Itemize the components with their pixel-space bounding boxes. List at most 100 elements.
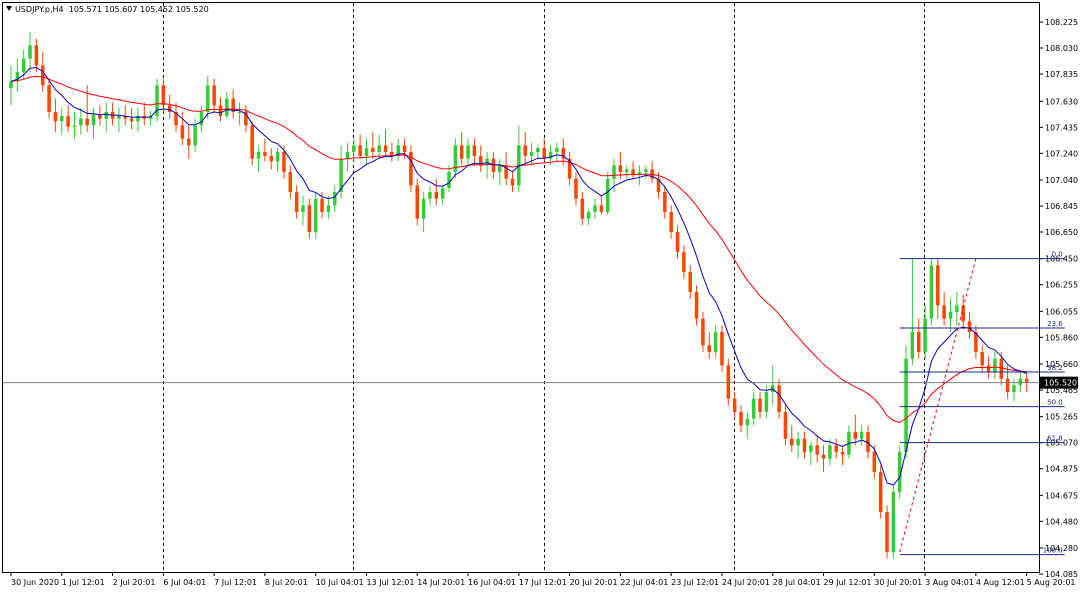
candle-body-59	[383, 145, 388, 152]
candle-body-86	[555, 148, 559, 152]
candle-body-58	[377, 145, 381, 152]
candle-body-136	[872, 452, 877, 472]
candle-body-100	[644, 169, 648, 172]
candle-body-126	[809, 445, 813, 452]
x-tick-label-4: 7 Jul 12:01	[214, 578, 257, 587]
fib-level-label-0: 0.0	[1052, 251, 1063, 259]
candle-body-97	[624, 169, 629, 172]
x-tick-label-14: 24 Jul 20:01	[722, 578, 770, 587]
candle-body-105	[675, 232, 680, 252]
candle-body-42	[275, 152, 280, 162]
candle-body-17	[117, 116, 121, 119]
candle-body-151	[967, 321, 972, 332]
candle-body-157	[1005, 378, 1010, 392]
x-tick-label-19: 4 Aug 12:01	[976, 578, 1025, 587]
candle-body-54	[352, 145, 356, 152]
chart-window[interactable]: 108.225 108.030 107.835 107.630 107.435 107.2…	[0, 0, 1080, 593]
candle-body-122	[783, 412, 788, 439]
candle-body-159	[1018, 378, 1023, 386]
candle-body-68	[440, 188, 445, 199]
candle-body-138	[885, 512, 889, 552]
x-tick-label-3: 6 Jul 04:01	[163, 578, 206, 587]
candle-body-19	[129, 118, 134, 122]
price-chart[interactable]: 108.225 108.030 107.835 107.630 107.435 107.2…	[0, 0, 1080, 593]
candle-body-0	[9, 81, 13, 88]
candle-body-2	[21, 58, 26, 72]
x-tick-label-18: 3 Aug 04:01	[925, 578, 974, 587]
candle-body-141	[904, 358, 908, 452]
candle-body-3	[28, 45, 32, 59]
current-price-label: 105.520	[1044, 379, 1077, 388]
candle-body-83	[536, 148, 540, 152]
candle-body-128	[821, 454, 826, 459]
y-tick-label-5: 107.240	[1045, 149, 1078, 158]
y-tick-label-7: 106.845	[1045, 202, 1078, 211]
symbol-header: USDJPY.p,H4 105.571 105.607 105.452 105.…	[6, 5, 209, 14]
x-tick-label-2: 2 Jul 20:01	[113, 578, 156, 587]
x-tick-label-9: 16 Jul 04:01	[468, 578, 516, 587]
x-tick-label-8: 14 Jul 20:01	[417, 578, 465, 587]
candle-body-118	[758, 398, 762, 412]
candle-body-147	[942, 305, 946, 319]
candle-body-5	[40, 65, 45, 86]
candle-body-111	[713, 332, 718, 352]
candle-body-125	[802, 438, 807, 452]
fib-level-label-4: 61.8	[1047, 435, 1063, 443]
candle-body-50	[326, 205, 331, 212]
candle-body-79	[510, 178, 515, 186]
candle-body-55	[358, 145, 362, 156]
x-tick-label-5: 8 Jul 20:01	[265, 578, 308, 587]
candle-body-142	[910, 332, 915, 359]
candle-body-82	[529, 152, 534, 156]
candle-body-25	[167, 105, 172, 112]
candle-body-32	[212, 85, 216, 106]
candle-body-57	[371, 148, 375, 152]
candle-body-7	[53, 112, 58, 122]
candle-body-95	[612, 165, 616, 179]
candle-body-41	[269, 156, 274, 162]
candle-body-137	[878, 472, 883, 512]
y-tick-label-6: 107.040	[1045, 176, 1078, 185]
candle-body-72	[466, 145, 470, 159]
candle-body-155	[993, 358, 997, 372]
candle-body-56	[364, 148, 369, 156]
x-tick-label-1: 1 Jul 12:01	[62, 578, 105, 587]
candle-body-31	[206, 85, 210, 112]
ohlc-values: 105.571 105.607 105.452 105.520	[68, 5, 209, 14]
candle-body-160	[1024, 378, 1029, 383]
y-tick-label-2: 107.835	[1045, 70, 1078, 79]
candle-body-44	[288, 172, 293, 192]
candle-body-145	[929, 265, 934, 319]
candle-body-81	[523, 145, 527, 156]
candle-body-49	[320, 198, 324, 212]
candle-body-73	[472, 145, 477, 156]
candle-body-67	[434, 192, 439, 199]
candle-body-144	[923, 318, 927, 352]
fib-level-label-5: 100.0	[1043, 547, 1063, 555]
candle-body-24	[161, 85, 166, 106]
candle-body-92	[593, 205, 597, 212]
candle-body-93	[599, 205, 604, 212]
candle-body-90	[580, 198, 585, 219]
candle-body-117	[751, 398, 756, 419]
candle-body-115	[739, 412, 743, 426]
x-tick-label-16: 29 Jul 12:01	[824, 578, 872, 587]
candle-body-148	[948, 312, 953, 319]
candle-body-40	[263, 152, 267, 156]
candle-body-119	[764, 392, 769, 412]
y-tick-label-15: 105.265	[1045, 413, 1078, 422]
y-tick-label-10: 106.255	[1045, 281, 1078, 290]
candle-body-110	[707, 345, 712, 352]
candle-body-39	[256, 152, 261, 159]
x-tick-label-11: 20 Jul 20:01	[570, 578, 618, 587]
y-tick-label-8: 106.650	[1045, 228, 1078, 237]
candle-body-12	[85, 118, 89, 126]
y-tick-label-12: 105.860	[1045, 333, 1078, 342]
candle-body-48	[313, 198, 318, 232]
candle-body-130	[834, 445, 838, 452]
candle-body-28	[186, 138, 191, 146]
fib-level-label-2: 38.2	[1047, 364, 1063, 372]
candle-body-94	[605, 178, 610, 212]
dropdown-triangle-icon[interactable]	[6, 6, 12, 11]
fib-level-label-1: 23.6	[1047, 320, 1063, 328]
